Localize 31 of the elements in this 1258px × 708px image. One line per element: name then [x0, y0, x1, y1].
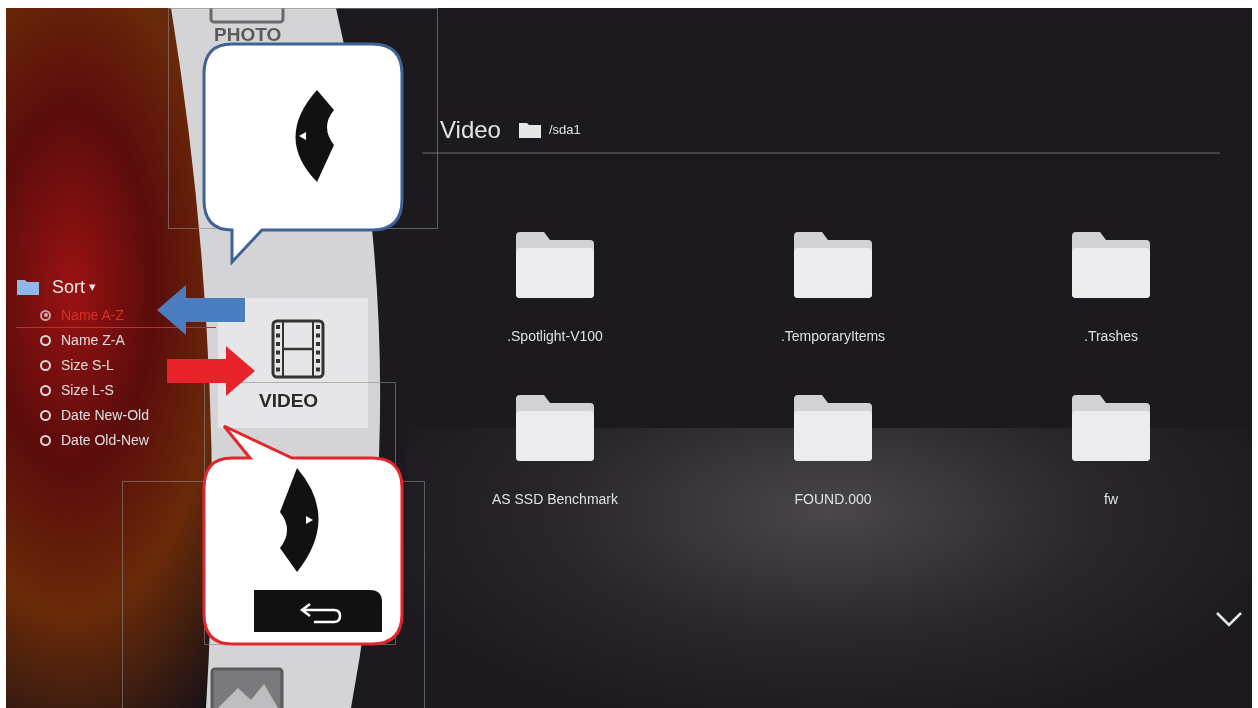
folder-icon — [1070, 395, 1152, 461]
right-key-icon — [280, 468, 319, 572]
menu-item-label[interactable]: VIDEO — [259, 390, 319, 411]
folder-item[interactable]: .TemporaryItems — [694, 232, 972, 347]
sort-option[interactable]: Date Old-New — [16, 428, 216, 453]
sort-dropdown[interactable]: Sort ▾ — [52, 273, 96, 301]
menu-item-label[interactable]: PHOTO — [214, 24, 282, 45]
folder-icon — [792, 395, 874, 461]
folder-icon — [514, 395, 596, 461]
chevron-down-icon[interactable] — [1214, 610, 1244, 628]
pointer-mark-icon — [306, 516, 313, 524]
folder-item[interactable]: .Spotlight-V100 — [416, 232, 694, 347]
sort-option[interactable]: Name Z-A — [16, 328, 216, 353]
folder-icon — [514, 232, 596, 298]
folder-item[interactable]: FOUND.000 — [694, 395, 972, 510]
film-strip-icon[interactable] — [271, 319, 325, 379]
sort-option[interactable]: Date New-Old — [16, 403, 216, 428]
folder-item[interactable]: fw — [972, 395, 1250, 510]
pointer-mark-icon — [299, 132, 306, 140]
folder-item[interactable]: AS SSD Benchmark — [416, 395, 694, 510]
folder-icon — [518, 122, 541, 138]
folder-icon — [792, 232, 874, 298]
folder-icon — [16, 278, 40, 296]
folder-path: /sda1 — [548, 121, 581, 140]
picture-icon[interactable] — [210, 667, 284, 708]
left-key-icon — [295, 90, 334, 182]
folder-icon — [1070, 232, 1152, 298]
back-key-icon — [254, 590, 382, 632]
folder-item[interactable]: .Trashes — [972, 232, 1250, 347]
photo-icon[interactable] — [209, 8, 285, 24]
page-title: Video — [440, 115, 501, 145]
